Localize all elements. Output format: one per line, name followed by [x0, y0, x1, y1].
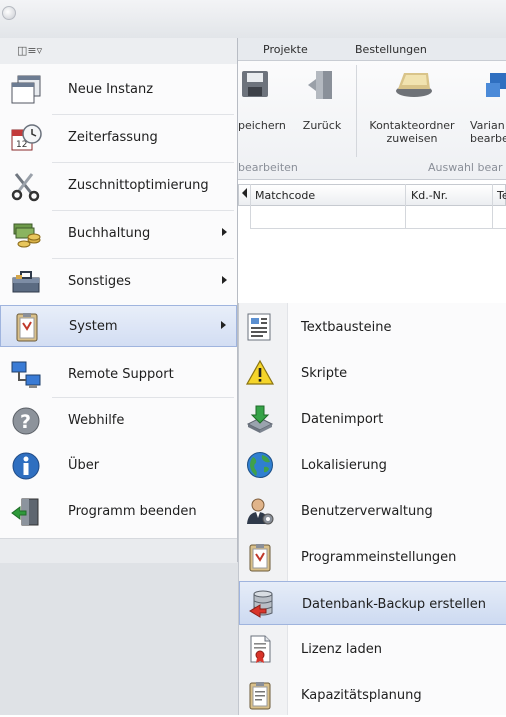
group-label-selection: Auswahl bear — [428, 161, 503, 174]
submenu-item-datenimport[interactable]: Datenimport — [239, 397, 506, 441]
menu-item-label: Zeiterfassung — [68, 130, 158, 145]
submenu-item-programmeinstellungen[interactable]: Programmeinstellungen — [239, 535, 506, 579]
import-icon — [246, 405, 274, 433]
submenu-item-label: Lizenz laden — [301, 642, 382, 657]
submenu-item-label: Textbausteine — [301, 320, 392, 335]
submenu-item-label: Kapazitätsplanung — [301, 688, 422, 703]
menu-item-buchhaltung[interactable]: Buchhaltung — [0, 213, 237, 255]
capacity-clipboard-icon — [249, 682, 271, 710]
remote-computers-icon — [11, 361, 41, 388]
save-icon — [242, 71, 268, 97]
app-logo-icon[interactable] — [2, 6, 16, 20]
system-clipboard-icon — [16, 313, 38, 342]
exit-door-icon — [11, 498, 39, 526]
menu-footer — [0, 538, 237, 563]
system-submenu: Textbausteine Skripte Datenimport Lokali… — [238, 303, 506, 715]
submenu-item-datenbank-backup[interactable]: Datenbank-Backup erstellen — [239, 581, 506, 625]
settings-clipboard-icon — [249, 544, 271, 572]
globe-icon — [247, 452, 273, 478]
svg-text:?: ? — [20, 411, 31, 433]
submenu-item-label: Programmeinstellungen — [301, 550, 457, 565]
submenu-arrow-icon — [221, 321, 226, 329]
submenu-item-label: Datenbank-Backup erstellen — [302, 597, 486, 612]
menu-item-label: Buchhaltung — [68, 226, 151, 241]
submenu-arrow-icon — [222, 228, 227, 236]
back-door-icon — [308, 71, 332, 99]
submenu-item-label: Datenimport — [301, 412, 384, 427]
license-icon — [250, 635, 271, 663]
tab-projekte[interactable]: Projekte — [263, 43, 308, 56]
tab-bestellungen[interactable]: Bestellungen — [355, 43, 427, 56]
back-button[interactable]: Zurück — [300, 119, 344, 132]
grid-header: Matchcode Kd.-Nr. Te — [238, 184, 506, 206]
variants-icon — [486, 73, 506, 97]
toolbox-icon — [12, 271, 40, 293]
column-matchcode[interactable]: Matchcode — [255, 189, 315, 202]
menu-item-system[interactable]: System — [0, 305, 237, 347]
application-menu: ◫≡▿ Neue Instanz 12 Zeiterfassung Zuschn… — [0, 38, 238, 563]
column-kd-nr[interactable]: Kd.-Nr. — [411, 189, 448, 202]
info-icon — [12, 452, 40, 480]
submenu-item-skripte[interactable]: Skripte — [239, 351, 506, 395]
submenu-item-kapazitaetsplanung[interactable]: Kapazitätsplanung — [239, 673, 506, 717]
menu-item-label: Über — [68, 458, 100, 473]
user-admin-icon — [247, 498, 274, 525]
svg-text:12: 12 — [16, 140, 27, 150]
menu-item-label: Webhilfe — [68, 413, 125, 428]
text-blocks-icon — [247, 313, 271, 341]
menu-item-neue-instanz[interactable]: Neue Instanz — [0, 69, 237, 111]
title-bar — [0, 0, 506, 38]
menu-toggle-button[interactable]: ◫≡▿ — [14, 43, 45, 58]
contact-folder-button[interactable]: Kontakteordner zuweisen — [364, 119, 460, 145]
ribbon-tab-bar: Projekte Bestellungen — [238, 38, 506, 61]
menu-item-ueber[interactable]: Über — [0, 445, 237, 487]
menu-header: ◫≡▿ — [0, 38, 237, 64]
background-area — [0, 560, 238, 715]
submenu-item-textbausteine[interactable]: Textbausteine — [239, 305, 506, 349]
save-button[interactable]: peichern — [238, 119, 288, 132]
scissors-icon — [11, 173, 40, 202]
warning-icon — [245, 359, 275, 385]
submenu-item-lizenz-laden[interactable]: Lizenz laden — [239, 627, 506, 671]
help-icon: ? — [12, 407, 40, 435]
contact-folder-icon — [396, 73, 432, 97]
submenu-item-label: Lokalisierung — [301, 458, 387, 473]
menu-item-zuschnittoptimierung[interactable]: Zuschnittoptimierung — [0, 165, 237, 207]
submenu-item-label: Skripte — [301, 366, 348, 381]
menu-item-label: Zuschnittoptimierung — [68, 178, 209, 193]
group-label-edit: bearbeiten — [238, 161, 298, 174]
menu-item-remote-support[interactable]: Remote Support — [0, 354, 237, 396]
menu-item-programm-beenden[interactable]: Programm beenden — [0, 491, 237, 533]
menu-item-zeiterfassung[interactable]: 12 Zeiterfassung — [0, 117, 237, 159]
column-te[interactable]: Te — [497, 189, 506, 202]
menu-item-label: Neue Instanz — [68, 82, 154, 97]
submenu-arrow-icon — [222, 276, 227, 284]
collapse-arrow-icon[interactable] — [242, 188, 247, 198]
database-backup-icon — [249, 590, 273, 618]
menu-item-webhilfe[interactable]: ? Webhilfe — [0, 400, 237, 442]
submenu-item-lokalisierung[interactable]: Lokalisierung — [239, 443, 506, 487]
menu-item-sonstiges[interactable]: Sonstiges — [0, 261, 237, 303]
money-icon — [13, 223, 41, 248]
ribbon: peichern Zurück Kontakteordner zuweisen … — [238, 61, 506, 180]
table-row[interactable] — [250, 206, 506, 229]
calendar-clock-icon: 12 — [11, 124, 42, 151]
menu-item-label: Sonstiges — [68, 274, 131, 289]
menu-item-label: System — [69, 319, 118, 334]
menu-item-label: Remote Support — [68, 367, 174, 382]
new-window-icon — [11, 75, 41, 104]
variants-button[interactable]: Varian bearbe — [470, 119, 506, 145]
submenu-item-label: Benutzerverwaltung — [301, 504, 433, 519]
submenu-item-benutzerverwaltung[interactable]: Benutzerverwaltung — [239, 489, 506, 533]
menu-item-label: Programm beenden — [68, 504, 197, 519]
